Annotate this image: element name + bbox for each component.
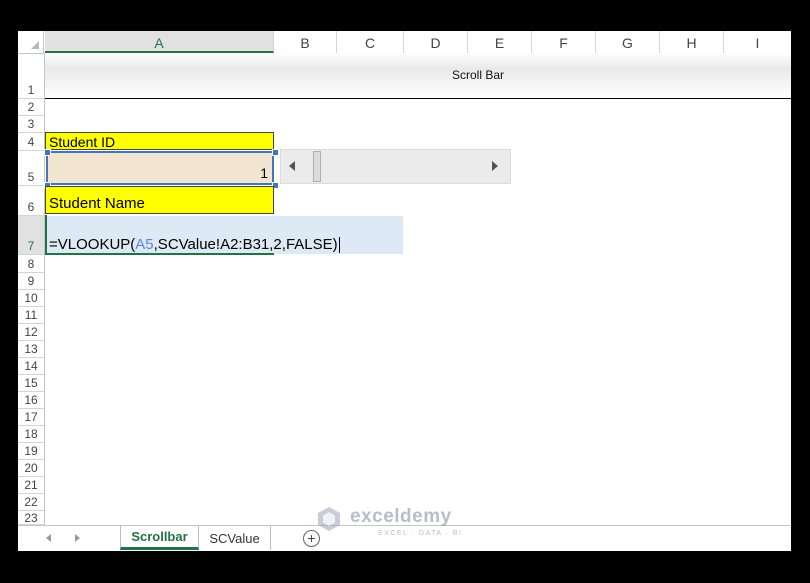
column-header-i[interactable]: I — [724, 31, 791, 53]
row-header-15[interactable]: 15 — [18, 375, 44, 392]
row-header-13[interactable]: 13 — [18, 341, 44, 358]
watermark-tagline: EXCEL · DATA · BI — [378, 530, 463, 537]
cell-a5-student-id-value[interactable]: 1 — [46, 151, 274, 185]
row-header-3[interactable]: 3 — [18, 116, 44, 133]
row-header-16[interactable]: 16 — [18, 392, 44, 409]
column-header-g[interactable]: G — [596, 31, 660, 53]
sheet-tab-bar: Scrollbar SCValue + — [18, 525, 791, 551]
column-header-bar: A B C D E F G H I — [18, 31, 791, 54]
cell-a4-student-id-label[interactable]: Student ID — [45, 132, 274, 150]
cell-a5-text: 1 — [260, 165, 268, 181]
tab-nav-right-icon[interactable] — [75, 534, 80, 542]
row-header-14[interactable]: 14 — [18, 358, 44, 375]
exceldemy-logo-icon — [318, 507, 340, 531]
select-all-corner[interactable] — [18, 31, 44, 53]
watermark-name: exceldemy — [350, 506, 452, 527]
formula-prefix: =VLOOKUP( — [49, 236, 136, 253]
cell-a6-text: Student Name — [49, 195, 145, 212]
formula-reference: A5 — [135, 236, 154, 253]
row-header-4[interactable]: 4 — [18, 133, 44, 151]
column-header-h[interactable]: H — [660, 31, 724, 53]
spreadsheet: A B C D E F G H I 1 2 3 4 5 6 7 8 9 10 1… — [18, 31, 791, 551]
row-header-8[interactable]: 8 — [18, 255, 44, 273]
row-header-2[interactable]: 2 — [18, 99, 44, 116]
row-header-21[interactable]: 21 — [18, 477, 44, 494]
row-header-7[interactable]: 7 — [18, 216, 44, 255]
row-header-11[interactable]: 11 — [18, 307, 44, 324]
row-header-9[interactable]: 9 — [18, 273, 44, 290]
scroll-thumb[interactable] — [313, 151, 321, 182]
tab-scvalue[interactable]: SCValue — [199, 526, 271, 550]
row-header-12[interactable]: 12 — [18, 324, 44, 341]
tab-nav-left-icon[interactable] — [46, 534, 51, 542]
cell-a6-student-name-label[interactable]: Student Name — [45, 186, 274, 214]
tab-scrollbar[interactable]: Scrollbar — [120, 526, 199, 550]
sheet-title: Scroll Bar — [451, 68, 504, 82]
column-header-b[interactable]: B — [274, 31, 337, 53]
range-handle-top-left[interactable] — [44, 149, 51, 156]
text-cursor — [338, 237, 340, 254]
range-handle-top-right[interactable] — [272, 149, 279, 156]
column-header-c[interactable]: C — [337, 31, 404, 53]
column-header-e[interactable]: E — [468, 31, 532, 53]
row-header-20[interactable]: 20 — [18, 460, 44, 477]
column-header-d[interactable]: D — [404, 31, 468, 53]
row-header-6[interactable]: 6 — [18, 186, 44, 216]
scroll-left-arrow-icon[interactable] — [289, 161, 295, 171]
row-header-17[interactable]: 17 — [18, 409, 44, 426]
row-header-19[interactable]: 19 — [18, 443, 44, 460]
row-header-1[interactable]: 1 — [18, 53, 44, 99]
row-header-5[interactable]: 5 — [18, 151, 44, 186]
row-header-18[interactable]: 18 — [18, 426, 44, 443]
formula-suffix: ,SCValue!A2:B31,2,FALSE) — [153, 236, 338, 253]
column-header-f[interactable]: F — [532, 31, 596, 53]
row-header-22[interactable]: 22 — [18, 494, 44, 511]
row-header-23[interactable]: 23 — [18, 511, 44, 525]
add-sheet-icon[interactable]: + — [303, 530, 320, 547]
scroll-right-arrow-icon[interactable] — [492, 161, 498, 171]
scroll-bar-control[interactable] — [280, 149, 511, 184]
cell-a4-text: Student ID — [49, 134, 116, 150]
cell-a7-formula[interactable]: =VLOOKUP(A5,SCValue!A2:B31,2,FALSE) — [49, 236, 340, 254]
column-header-a[interactable]: A — [45, 31, 274, 53]
row-header-10[interactable]: 10 — [18, 290, 44, 307]
